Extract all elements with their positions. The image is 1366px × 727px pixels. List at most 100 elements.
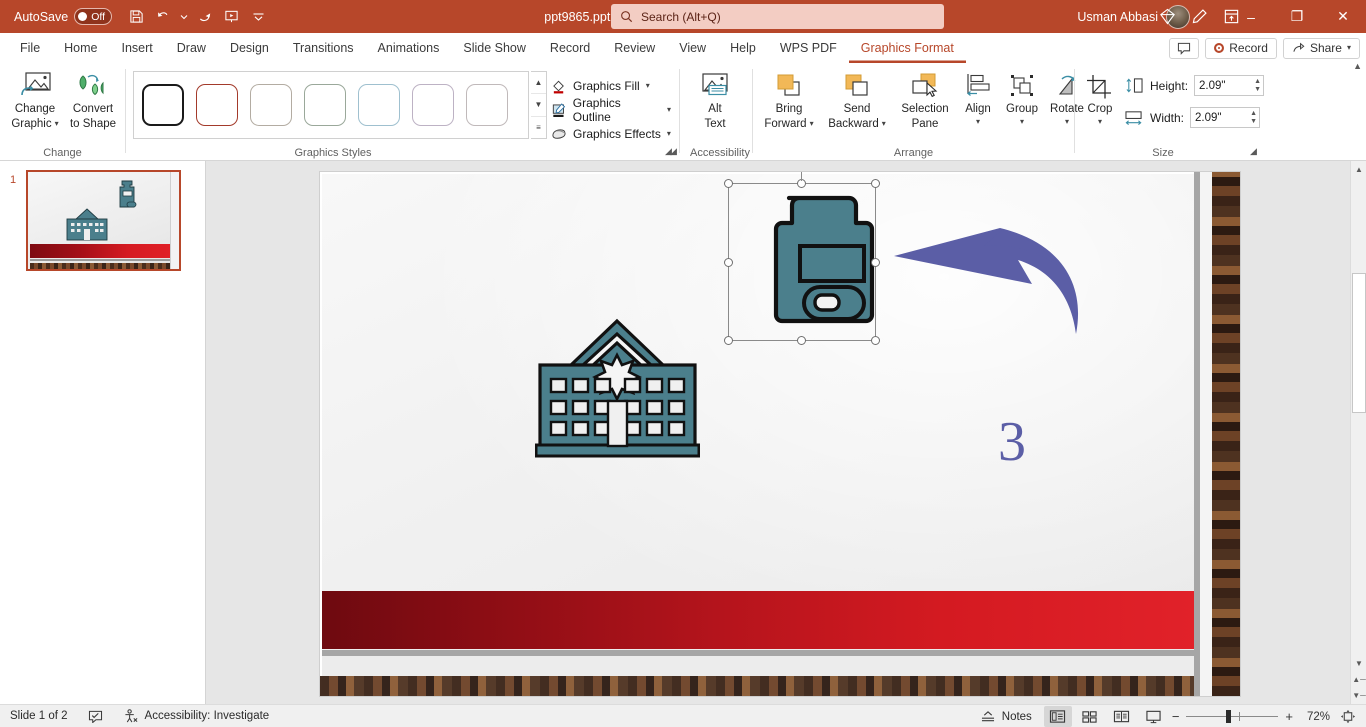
customize-qat-icon[interactable]	[246, 4, 271, 29]
resize-handle-bottom-left[interactable]	[724, 336, 733, 345]
zoom-in-button[interactable]: +	[1285, 709, 1293, 724]
chevron-down-icon[interactable]: ▾	[55, 119, 59, 128]
alt-text-button[interactable]: Alt Text	[684, 67, 746, 139]
ribbon-collapse-button[interactable]: ▲	[1353, 61, 1362, 71]
gallery-more-button[interactable]: ≡	[531, 117, 546, 138]
tab-transitions[interactable]: Transitions	[281, 33, 366, 63]
save-icon[interactable]	[124, 4, 149, 29]
spell-check-button[interactable]	[78, 705, 113, 727]
width-control[interactable]: Width: 2.09" ▲ ▼	[1124, 107, 1261, 128]
change-graphic-button[interactable]: Change Graphic ▾	[4, 67, 66, 139]
graphics-style-3[interactable]	[250, 84, 292, 126]
tab-wps-pdf[interactable]: WPS PDF	[768, 33, 849, 63]
record-button[interactable]: Record	[1205, 37, 1277, 59]
send-backward-button[interactable]: Send Backward ▾	[822, 67, 892, 139]
tab-help[interactable]: Help	[718, 33, 768, 63]
slide-thumbnail-1[interactable]	[26, 170, 181, 271]
slide-canvas[interactable]: 3 ▲ ▼ ▲─ ▼─	[206, 161, 1366, 704]
chevron-down-icon[interactable]: ▾	[810, 119, 814, 128]
resize-handle-middle-right[interactable]	[871, 258, 880, 267]
graphics-style-7[interactable]	[466, 84, 508, 126]
restore-button[interactable]: ❐	[1274, 0, 1320, 33]
graphics-style-4[interactable]	[304, 84, 346, 126]
height-input[interactable]: 2.09" ▲ ▼	[1194, 75, 1265, 96]
zoom-track[interactable]	[1186, 710, 1279, 723]
width-input[interactable]: 2.09" ▲ ▼	[1190, 107, 1261, 128]
resize-handle-top-right[interactable]	[871, 179, 880, 188]
graphics-styles-gallery[interactable]	[133, 71, 529, 139]
chevron-down-icon[interactable]: ▾	[1020, 117, 1024, 126]
gallery-scroll-up-button[interactable]: ▲	[531, 72, 546, 95]
tab-insert[interactable]: Insert	[110, 33, 165, 63]
height-control[interactable]: Height: 2.09" ▲ ▼	[1124, 75, 1265, 96]
previous-slide-button[interactable]: ▲─	[1351, 671, 1366, 687]
chevron-down-icon[interactable]: ▾	[1065, 117, 1069, 126]
redo-icon[interactable]	[192, 4, 217, 29]
tab-file[interactable]: File	[8, 33, 52, 63]
chevron-down-icon[interactable]: ▾	[667, 106, 671, 114]
tab-home[interactable]: Home	[52, 33, 109, 63]
reading-view-button[interactable]	[1108, 706, 1136, 727]
resize-handle-top-left[interactable]	[724, 179, 733, 188]
height-spin-down[interactable]: ▼	[1254, 86, 1261, 93]
start-from-beginning-icon[interactable]	[219, 4, 244, 29]
graphics-outline-menu[interactable]: Graphics Outline ▾	[551, 96, 671, 124]
convert-to-shape-button[interactable]: Convert to Shape	[62, 67, 124, 139]
undo-icon[interactable]	[151, 4, 176, 29]
close-button[interactable]: ✕	[1320, 0, 1366, 33]
share-button[interactable]: Share ▾	[1282, 37, 1360, 59]
graphics-fill-menu[interactable]: Graphics Fill ▾	[551, 75, 650, 97]
height-spin-up[interactable]: ▲	[1254, 78, 1261, 85]
accessibility-dialog-launcher[interactable]: ◢	[670, 146, 677, 157]
chevron-down-icon[interactable]: ▾	[667, 130, 671, 138]
undo-dropdown-icon[interactable]	[178, 4, 190, 29]
bring-forward-button[interactable]: Bring Forward ▾	[756, 67, 822, 139]
tab-view[interactable]: View	[667, 33, 718, 63]
pen-draw-icon[interactable]	[1184, 3, 1214, 31]
slide-sorter-button[interactable]	[1076, 706, 1104, 727]
scroll-thumb[interactable]	[1352, 273, 1366, 413]
hospital-building-graphic[interactable]	[535, 317, 700, 459]
notes-button[interactable]: Notes	[972, 705, 1040, 727]
graphics-style-5[interactable]	[358, 84, 400, 126]
scroll-down-button[interactable]: ▼	[1351, 655, 1366, 671]
slide-editing-surface[interactable]: 3	[320, 172, 1240, 696]
resize-handle-middle-left[interactable]	[724, 258, 733, 267]
accessibility-status[interactable]: Accessibility: Investigate	[113, 705, 280, 727]
scroll-up-button[interactable]: ▲	[1351, 161, 1366, 177]
vertical-scrollbar[interactable]: ▲ ▼ ▲─ ▼─	[1350, 161, 1366, 704]
slide-thumbnail-pane[interactable]: 1	[0, 161, 206, 704]
size-dialog-launcher[interactable]: ◢	[1250, 146, 1257, 157]
resize-handle-bottom-right[interactable]	[871, 336, 880, 345]
tab-graphics-format[interactable]: Graphics Format	[849, 33, 966, 63]
normal-view-button[interactable]	[1043, 706, 1072, 727]
width-spinner[interactable]: ▲ ▼	[1250, 108, 1257, 127]
tab-animations[interactable]: Animations	[366, 33, 452, 63]
zoom-level-label[interactable]: 72%	[1300, 711, 1330, 723]
width-spin-down[interactable]: ▼	[1250, 118, 1257, 125]
autosave-control[interactable]: AutoSave Off	[14, 8, 113, 25]
minimize-button[interactable]: –	[1228, 0, 1274, 33]
comments-button[interactable]	[1169, 37, 1200, 59]
tab-draw[interactable]: Draw	[165, 33, 218, 63]
selection-pane-button[interactable]: Selection Pane	[894, 67, 956, 139]
zoom-slider[interactable]: − + 72%	[1172, 709, 1330, 724]
slide-show-button[interactable]	[1140, 706, 1168, 727]
autosave-toggle[interactable]: Off	[74, 8, 113, 25]
height-spinner[interactable]: ▲ ▼	[1254, 76, 1261, 95]
diamond-icon[interactable]	[1152, 3, 1182, 31]
tab-slide-show[interactable]: Slide Show	[451, 33, 538, 63]
chevron-down-icon[interactable]: ▾	[646, 82, 650, 90]
next-slide-button[interactable]: ▼─	[1351, 687, 1366, 703]
graphics-style-1[interactable]	[142, 84, 184, 126]
chevron-down-icon[interactable]: ▾	[1347, 44, 1351, 52]
gallery-scroll-down-button[interactable]: ▼	[531, 94, 546, 117]
group-button[interactable]: Group ▾	[1000, 67, 1044, 139]
slide-counter[interactable]: Slide 1 of 2	[0, 705, 78, 727]
chevron-down-icon[interactable]: ▾	[976, 117, 980, 126]
tab-design[interactable]: Design	[218, 33, 281, 63]
zoom-knob[interactable]	[1226, 710, 1232, 723]
tab-review[interactable]: Review	[602, 33, 667, 63]
chevron-down-icon[interactable]: ▾	[1098, 117, 1102, 126]
graphics-effects-menu[interactable]: Graphics Effects ▾	[551, 123, 671, 145]
